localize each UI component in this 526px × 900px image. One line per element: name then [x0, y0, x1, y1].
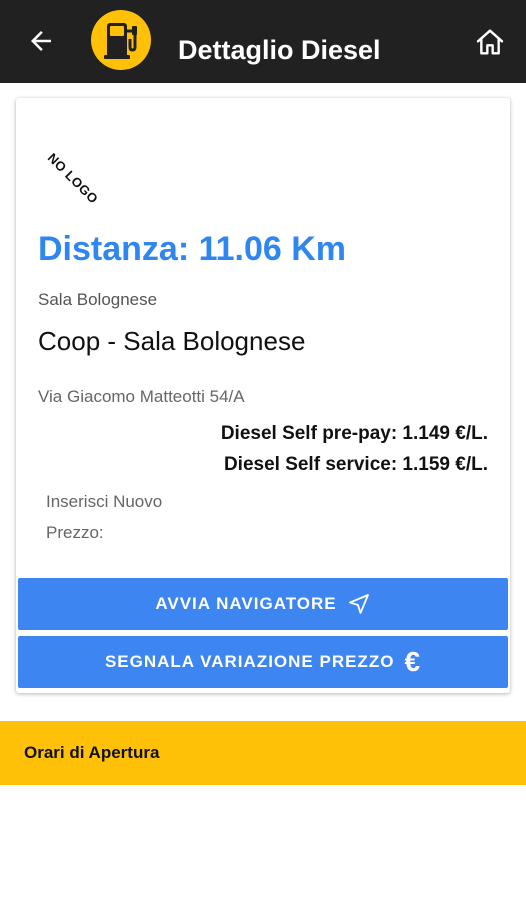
start-navigation-button[interactable]: AVVIA NAVIGATORE: [18, 578, 508, 630]
home-icon: [476, 29, 504, 55]
fuel-pump-icon: [90, 9, 152, 71]
app-bar: Dettaglio Diesel: [0, 0, 526, 83]
station-city: Sala Bolognese: [38, 290, 158, 309]
back-button[interactable]: [22, 22, 60, 60]
navigation-arrow-icon: [347, 592, 371, 616]
opening-hours-section[interactable]: Orari di Apertura: [0, 721, 526, 785]
station-address: Via Giacomo Matteotti 54/A: [38, 387, 245, 406]
euro-icon: €: [404, 646, 422, 677]
price-line: Diesel Self service: 1.159 €/L.: [223, 454, 488, 475]
opening-hours-label: Orari di Apertura: [24, 743, 160, 762]
price-line: Diesel Self pre-pay: 1.149 €/L.: [220, 423, 488, 444]
station-logo-placeholder: NO LOGO: [44, 150, 102, 207]
report-price-change-button[interactable]: SEGNALA VARIAZIONE PREZZO €: [18, 636, 508, 688]
price-list: Diesel Self pre-pay: 1.149 €/L. Diesel S…: [221, 418, 488, 480]
new-price-label: Inserisci Nuovo Prezzo:: [46, 492, 163, 542]
station-distance: Distanza: 11.06 Km: [38, 230, 347, 268]
start-navigation-label: AVVIA NAVIGATORE: [155, 594, 337, 613]
arrow-left-icon: [31, 31, 51, 51]
station-name: Coop - Sala Bolognese: [38, 326, 306, 356]
report-price-change-label: SEGNALA VARIAZIONE PREZZO: [104, 652, 395, 671]
page-title: Dettaglio Diesel: [178, 35, 381, 65]
home-button[interactable]: [470, 22, 510, 62]
station-detail-card: NO LOGO Distanza: 11.06 Km Sala Bolognes…: [16, 98, 510, 693]
